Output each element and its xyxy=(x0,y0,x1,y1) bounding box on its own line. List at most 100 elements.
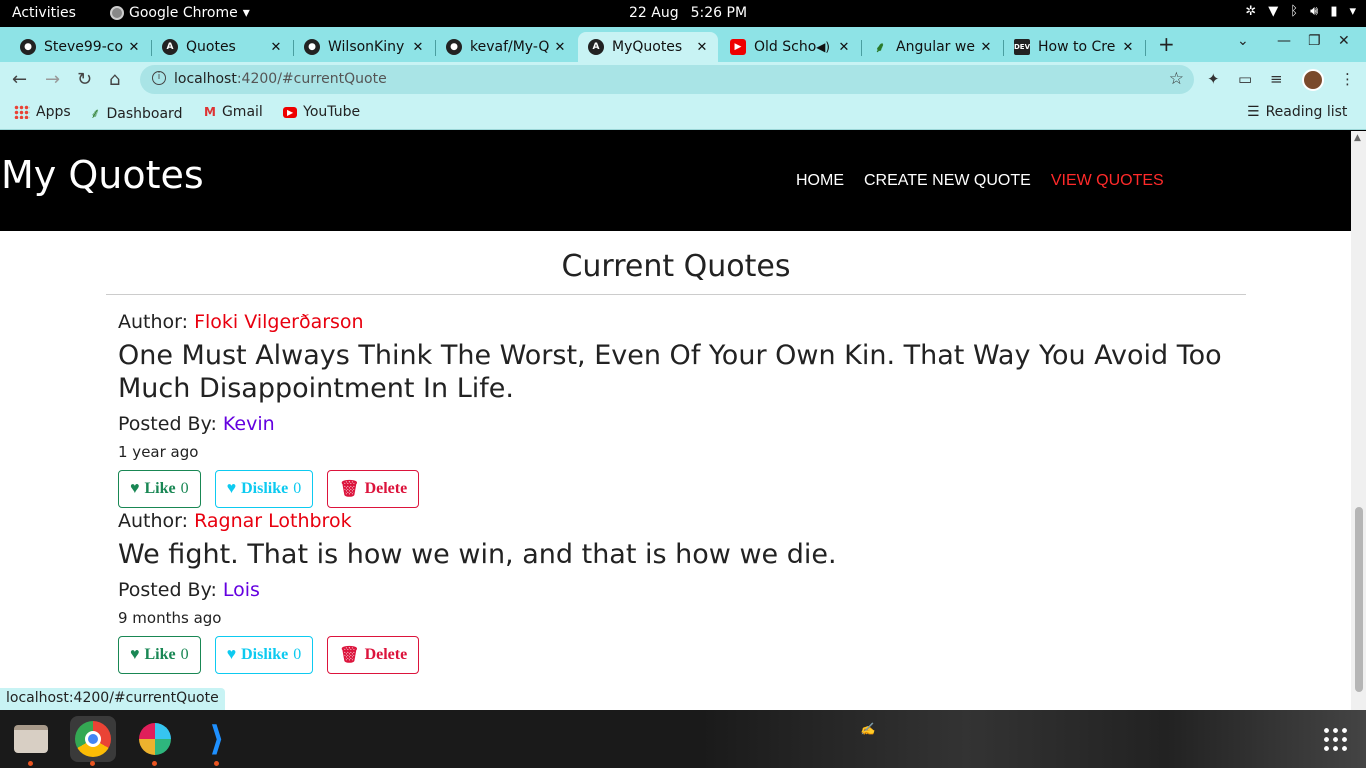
url-path: :4200/#currentQuote xyxy=(236,71,387,87)
media-control-icon[interactable]: ≡ xyxy=(1270,70,1283,88)
delete-label: Delete xyxy=(364,480,408,497)
quote-timestamp: 1 year ago xyxy=(118,443,199,461)
tab-title: kevaf/My-Q xyxy=(470,39,550,55)
like-button[interactable]: ♥ Like 0 xyxy=(118,470,201,508)
chrome-app-icon[interactable] xyxy=(70,716,116,766)
menu-kebab-icon[interactable]: ⋮ xyxy=(1340,70,1355,88)
page-scrollbar[interactable]: ▲ xyxy=(1351,131,1366,710)
scroll-up-icon[interactable]: ▲ xyxy=(1354,133,1361,143)
quote-text: One Must Always Think The Worst, Even Of… xyxy=(118,340,1222,404)
system-tray[interactable]: ✲ ▼ ᛒ 🔊︎ ▮ ▾ xyxy=(1245,4,1356,19)
tab-kevaf[interactable]: ● kevaf/My-Q ✕ xyxy=(436,32,576,62)
tab-old-school[interactable]: ▶ Old Scho ◀︎) ✕ xyxy=(720,32,860,62)
reload-icon[interactable]: ↻ xyxy=(77,69,92,90)
gmail-icon: M xyxy=(204,105,216,119)
extensions-icon[interactable]: ✦ xyxy=(1207,70,1220,88)
like-label: Like xyxy=(144,480,176,497)
like-label: Like xyxy=(144,646,176,663)
quote-actions: ♥ Like 0 ♥ Dislike 0 🗑︎ Delete xyxy=(118,470,1246,508)
tab-how-to-create[interactable]: DEV How to Cre ✕ xyxy=(1004,32,1144,62)
github-icon: ● xyxy=(304,39,320,55)
scrollbar-thumb[interactable] xyxy=(1355,507,1363,692)
heart-icon: ♥ xyxy=(130,480,140,497)
page-viewport: My Quotes HOME CREATE NEW QUOTE VIEW QUO… xyxy=(0,131,1366,710)
close-icon[interactable]: ✕ xyxy=(834,40,854,55)
tab-myquotes[interactable]: A MyQuotes ✕ xyxy=(578,32,718,62)
status-bubble: localhost:4200/#currentQuote xyxy=(0,688,225,710)
slack-app-icon[interactable] xyxy=(132,716,178,766)
tab-wilsonkiny[interactable]: ● WilsonKiny ✕ xyxy=(294,32,434,62)
like-button[interactable]: ♥ Like 0 xyxy=(118,636,201,674)
show-applications-icon[interactable] xyxy=(1322,726,1348,752)
nav-home[interactable]: HOME xyxy=(796,172,844,190)
author-label: Author: xyxy=(118,510,189,532)
close-icon[interactable]: ✕ xyxy=(266,40,286,55)
vscode-app-icon[interactable]: ⟩ xyxy=(194,716,240,766)
posted-by-label: Posted By: xyxy=(118,579,217,601)
clock-date: 22 Aug xyxy=(629,5,679,21)
home-icon[interactable]: ⌂ xyxy=(109,69,120,90)
quote-actions: ♥ Like 0 ♥ Dislike 0 🗑︎ Delete xyxy=(118,636,1246,674)
address-bar[interactable]: i localhost:4200/#currentQuote ☆ xyxy=(140,65,1194,94)
clock[interactable]: 22 Aug 5:26 PM xyxy=(629,5,747,21)
close-icon[interactable]: ✕ xyxy=(1118,40,1138,55)
site-navbar: My Quotes HOME CREATE NEW QUOTE VIEW QUO… xyxy=(0,131,1351,231)
reading-list-label: Reading list xyxy=(1265,104,1348,120)
close-icon[interactable]: ✕ xyxy=(692,40,712,55)
site-brand[interactable]: My Quotes xyxy=(1,153,204,197)
address-url[interactable]: localhost:4200/#currentQuote xyxy=(174,71,387,87)
dislike-button[interactable]: ♥ Dislike 0 xyxy=(214,636,314,674)
delete-button[interactable]: 🗑︎ Delete xyxy=(327,470,420,508)
quote-timestamp: 9 months ago xyxy=(118,609,222,627)
tab-steve99[interactable]: ● Steve99-co ✕ xyxy=(10,32,150,62)
delete-button[interactable]: 🗑︎ Delete xyxy=(327,636,420,674)
battery-icon: ▮ xyxy=(1330,4,1338,19)
back-icon[interactable]: ← xyxy=(12,69,27,90)
profile-avatar[interactable] xyxy=(1302,69,1324,91)
power-menu-icon: ▾ xyxy=(1349,4,1356,19)
activities-button[interactable]: Activities xyxy=(12,5,76,21)
close-icon[interactable]: ✕ xyxy=(550,40,570,55)
new-tab-button[interactable]: + xyxy=(1158,32,1175,56)
restore-icon[interactable]: ❐ xyxy=(1308,33,1321,49)
site-info-icon[interactable]: i xyxy=(152,71,166,85)
heart-icon: ♥ xyxy=(130,646,140,663)
app-menu[interactable]: Google Chrome ▾ xyxy=(110,5,250,21)
close-icon[interactable]: ✕ xyxy=(408,40,428,55)
cast-icon[interactable]: ▭ xyxy=(1238,70,1252,88)
quotes-container: Current Quotes Author: Floki Vilgerðarso… xyxy=(106,231,1246,674)
minimize-icon[interactable]: — xyxy=(1277,33,1291,49)
reading-list-button[interactable]: ☰ Reading list xyxy=(1247,104,1347,120)
tab-quotes[interactable]: A Quotes ✕ xyxy=(152,32,292,62)
forward-icon[interactable]: → xyxy=(45,69,60,90)
nav-create-new-quote[interactable]: CREATE NEW QUOTE xyxy=(864,172,1031,190)
tab-search-icon[interactable]: ⌄ xyxy=(1237,33,1249,49)
poster-name: Kevin xyxy=(222,413,275,435)
like-count: 0 xyxy=(180,646,189,663)
tab-angular-web[interactable]: ⸙ Angular we ✕ xyxy=(862,32,1002,62)
bookmark-dashboard[interactable]: ⸙ Dashboard xyxy=(90,104,182,123)
bookmark-youtube[interactable]: ▶ YouTube xyxy=(283,104,360,120)
close-icon[interactable]: ✕ xyxy=(124,40,144,55)
bookmark-gmail[interactable]: M Gmail xyxy=(204,104,263,120)
broken-heart-icon: ♥ xyxy=(226,480,237,497)
bookmark-star-icon[interactable]: ☆ xyxy=(1169,69,1184,89)
broken-heart-icon: ♥ xyxy=(226,646,237,663)
posted-by-label: Posted By: xyxy=(118,413,217,435)
bookmarks-bar: Apps ⸙ Dashboard M Gmail ▶ YouTube ☰ Rea… xyxy=(0,97,1366,130)
youtube-icon: ▶ xyxy=(730,39,746,55)
bookmark-apps[interactable]: Apps xyxy=(14,104,71,120)
slack-tray-icon[interactable]: ✲ xyxy=(1245,4,1256,19)
nav-view-quotes[interactable]: VIEW QUOTES xyxy=(1051,172,1164,190)
url-host: localhost xyxy=(174,71,237,87)
files-app-icon[interactable] xyxy=(8,716,54,766)
close-window-icon[interactable]: ✕ xyxy=(1338,33,1350,49)
dislike-button[interactable]: ♥ Dislike 0 xyxy=(214,470,314,508)
trash-icon: 🗑︎ xyxy=(339,647,360,664)
close-icon[interactable]: ✕ xyxy=(976,40,996,55)
author-name: Ragnar Lothbrok xyxy=(194,510,352,532)
angular-icon: A xyxy=(162,39,178,55)
audio-playing-icon[interactable]: ◀︎) xyxy=(816,40,830,54)
bookmark-label: Gmail xyxy=(221,104,263,120)
wallpaper: ✍ xyxy=(700,710,1366,768)
